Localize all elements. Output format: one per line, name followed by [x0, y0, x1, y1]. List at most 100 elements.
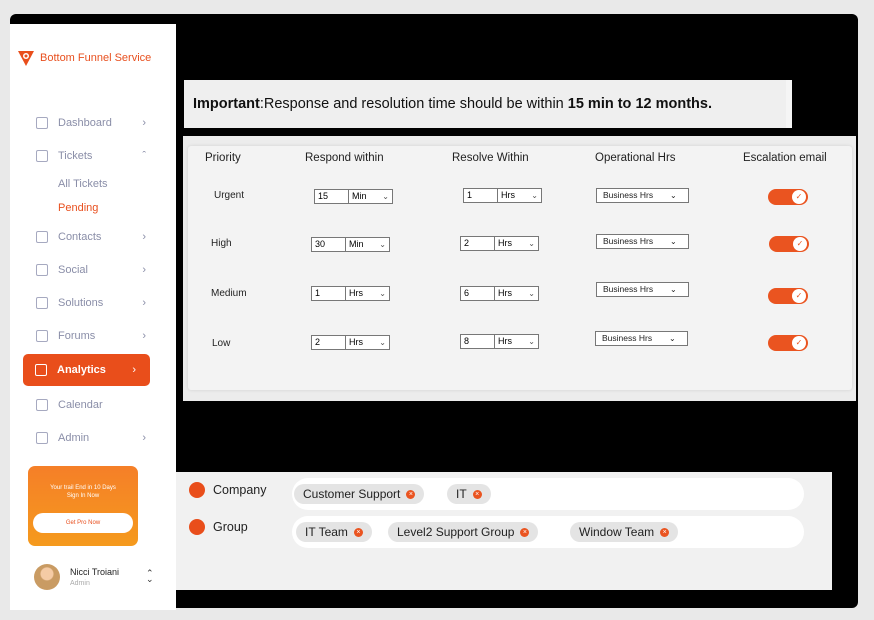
social-icon	[36, 263, 48, 276]
sidebar-item-social[interactable]: Social ›	[24, 253, 174, 286]
chevron-down-icon: ⌄	[379, 240, 386, 249]
operational-hrs-select[interactable]: Business Hrs ⌄	[596, 282, 689, 297]
chevron-right-icon: ›	[142, 431, 146, 444]
escalation-toggle[interactable]: ✓	[768, 189, 808, 205]
resolve-unit-select[interactable]: Hrs ⌄	[495, 335, 538, 348]
resolve-value-input[interactable]: 2	[461, 237, 495, 250]
group-label: Group	[189, 519, 248, 535]
sidebar-item-tickets[interactable]: Tickets ˆ	[24, 139, 174, 172]
expand-collapse-icon[interactable]: ⌃ ⌄	[146, 569, 154, 584]
group-tag-label: Window Team	[579, 525, 655, 539]
resolve-value-input[interactable]: 6	[461, 287, 495, 300]
sidebar-item-label: Solutions	[58, 296, 104, 309]
resolve-unit-label: Hrs	[498, 238, 512, 248]
check-icon: ✓	[793, 237, 807, 251]
banner-message: :Response and resolution time should be …	[259, 96, 568, 112]
resolve-value-input[interactable]: 8	[461, 335, 495, 348]
chevron-right-icon: ›	[142, 230, 146, 243]
escalation-toggle[interactable]: ✓	[768, 335, 808, 351]
respond-unit-select[interactable]: Hrs ⌄	[346, 336, 389, 349]
sidebar-item-calendar[interactable]: Calendar	[24, 388, 174, 421]
respond-unit-label: Hrs	[349, 288, 363, 298]
sidebar-item-analytics[interactable]: Analytics ›	[23, 354, 150, 386]
chevron-down-icon: ⌄	[531, 191, 538, 200]
remove-tag-icon[interactable]: ×	[353, 527, 363, 537]
remove-tag-icon[interactable]: ×	[406, 489, 416, 499]
respond-within-field: 15 Min ⌄	[314, 189, 393, 204]
group-tag: IT Team ×	[296, 522, 372, 542]
resolve-unit-select[interactable]: Hrs ⌄	[498, 189, 541, 202]
sidebar-item-label: Dashboard	[58, 116, 112, 129]
sidebar-item-solutions[interactable]: Solutions ›	[24, 286, 174, 319]
respond-value-input[interactable]: 2	[312, 336, 346, 349]
chevron-right-icon: ›	[142, 329, 146, 342]
user-name: Nicci Troiani	[70, 567, 120, 577]
group-label-text: Group	[213, 520, 248, 534]
resolve-unit-select[interactable]: Hrs ⌄	[495, 237, 538, 250]
chevron-right-icon: ›	[142, 116, 146, 129]
sidebar-item-contacts[interactable]: Contacts ›	[24, 220, 174, 253]
sidebar-item-label: Analytics	[57, 364, 106, 376]
trial-promo-card: Your trail End in 10 Days Sign In Now Ge…	[28, 466, 138, 546]
operational-hrs-select[interactable]: Business Hrs ⌄	[596, 234, 689, 249]
chevron-down-icon: ⌄	[670, 237, 677, 246]
user-info: Nicci Troiani Admin	[70, 567, 119, 587]
get-pro-button[interactable]: Get Pro Now	[33, 513, 133, 533]
resolve-within-field: 6 Hrs ⌄	[460, 286, 539, 301]
banner-bold-prefix: Important	[193, 96, 260, 112]
solutions-icon	[36, 296, 48, 309]
header-priority: Priority	[205, 152, 241, 164]
operational-hrs-select[interactable]: Business Hrs ⌄	[596, 188, 689, 203]
tickets-icon	[36, 149, 48, 162]
sidebar-item-label: Admin	[58, 431, 90, 444]
respond-value-input[interactable]: 1	[312, 287, 346, 300]
row-priority: High	[211, 238, 232, 249]
group-tag-input[interactable]: IT Team × Level2 Support Group × Window …	[292, 516, 804, 548]
respond-value-input[interactable]: 30	[312, 238, 346, 251]
respond-within-field: 1 Hrs ⌄	[311, 286, 390, 301]
promo-text: Your trail End in 10 Days Sign In Now	[28, 484, 138, 500]
resolve-value-input[interactable]: 1	[464, 189, 498, 202]
chevron-right-icon: ›	[142, 263, 146, 276]
admin-icon	[36, 431, 48, 444]
remove-tag-icon[interactable]: ×	[472, 489, 482, 499]
operational-hrs-label: Business Hrs	[603, 190, 654, 200]
chevron-down-icon: ⌄	[379, 289, 386, 298]
remove-tag-icon[interactable]: ×	[660, 527, 670, 537]
user-profile[interactable]: Nicci Troiani Admin ⌃ ⌄	[34, 564, 154, 590]
escalation-toggle[interactable]: ✓	[768, 288, 808, 304]
resolve-unit-label: Hrs	[501, 190, 515, 200]
operational-hrs-select[interactable]: Business Hrs ⌄	[595, 331, 688, 346]
respond-unit-select[interactable]: Min ⌄	[349, 190, 392, 203]
sidebar-item-label: Forums	[58, 329, 96, 342]
company-tag-input[interactable]: Customer Support × IT ×	[292, 478, 804, 510]
sidebar-item-admin[interactable]: Admin ›	[24, 421, 174, 454]
sidebar-item-dashboard[interactable]: Dashboard ›	[24, 106, 174, 139]
company-dot-icon	[189, 482, 205, 498]
forums-icon	[36, 329, 48, 342]
escalation-toggle[interactable]: ✓	[769, 236, 809, 252]
resolve-within-field: 8 Hrs ⌄	[460, 334, 539, 349]
promo-line-2: Sign In Now	[66, 493, 100, 499]
sidebar-item-forums[interactable]: Forums ›	[24, 319, 174, 352]
check-icon: ✓	[792, 336, 806, 350]
respond-value-input[interactable]: 15	[315, 190, 349, 203]
avatar	[34, 564, 60, 590]
respond-unit-label: Min	[349, 239, 364, 249]
remove-tag-icon[interactable]: ×	[520, 527, 530, 537]
respond-unit-select[interactable]: Min ⌄	[346, 238, 389, 251]
respond-unit-select[interactable]: Hrs ⌄	[346, 287, 389, 300]
chevron-down-icon: ⌄	[379, 338, 386, 347]
chevron-down-icon: ⌄	[382, 192, 389, 201]
company-tag-label: IT	[456, 487, 467, 501]
row-priority: Low	[212, 338, 231, 349]
sidebar-subitem-all-tickets[interactable]: All Tickets	[24, 172, 174, 196]
header-resolve: Resolve Within	[452, 152, 529, 164]
sla-table: Priority Respond within Resolve Within O…	[188, 146, 852, 390]
banner-bold-suffix: 15 min to 12 months.	[567, 96, 712, 112]
resolve-unit-select[interactable]: Hrs ⌄	[495, 287, 538, 300]
header-escalation: Escalation email	[743, 152, 827, 164]
sidebar-subitem-pending[interactable]: Pending	[24, 196, 174, 220]
group-tag-label: IT Team	[305, 525, 348, 539]
brand[interactable]: Bottom Funnel Service	[16, 48, 151, 68]
